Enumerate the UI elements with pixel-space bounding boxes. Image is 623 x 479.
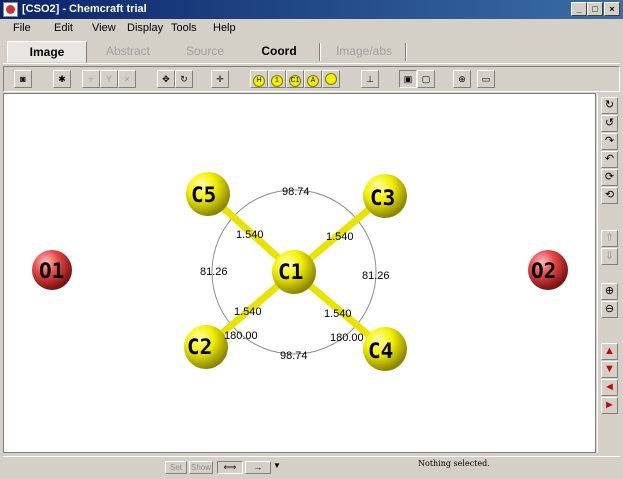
rotate-right-icon[interactable]: ↷ — [601, 133, 618, 150]
move-icon[interactable]: ✥ — [157, 70, 175, 88]
show-button[interactable]: Show — [189, 461, 213, 474]
fit-frame-icon[interactable]: ▢ — [417, 70, 435, 88]
move-up-icon[interactable]: ▲ — [601, 343, 618, 360]
axis-icon[interactable]: ⊥ — [361, 70, 379, 88]
angle-left: 81.26 — [200, 266, 228, 278]
tab-image-abs[interactable]: Image/abs — [325, 41, 403, 63]
rotate-up-icon[interactable]: ⟳ — [601, 169, 618, 186]
bond-length-c1-c2: 1.540 — [234, 306, 262, 318]
move-left-icon[interactable]: ◄ — [601, 379, 618, 396]
bond-length-c1-c4: 1.540 — [324, 308, 352, 320]
tab-divider — [405, 43, 407, 61]
menu-display[interactable]: Display — [127, 22, 163, 34]
rotate-icon[interactable]: ↻ — [175, 70, 193, 88]
add-atom-icon[interactable]: + — [82, 70, 100, 88]
angle-bottom: 98.74 — [280, 350, 308, 362]
angle-linear-left: 180.00 — [224, 330, 258, 342]
close-button[interactable]: × — [604, 2, 620, 16]
move-down-icon[interactable]: ▼ — [601, 361, 618, 378]
title-bar: [CSO2] - Chemcraft trial _ □ × — [0, 0, 623, 19]
tab-divider — [319, 43, 321, 61]
rotate-cw-icon[interactable]: ↻ — [601, 97, 618, 114]
tab-coord[interactable]: Coord — [243, 41, 315, 63]
label-a-icon[interactable]: A — [304, 70, 322, 88]
branch-icon[interactable]: Y — [100, 70, 118, 88]
tab-image[interactable]: Image — [7, 41, 87, 63]
dropdown-icon[interactable]: ▼ — [273, 461, 281, 470]
arrow-mode-icon[interactable]: → — [245, 461, 271, 474]
status-bar: Set Show ⟺ → ▼ Nothing selected. — [3, 456, 620, 476]
menu-bar: File Edit View Display Tools Help — [0, 19, 623, 39]
zoom-in-icon[interactable]: ⊕ — [601, 283, 618, 300]
zoom-out-icon[interactable]: ⊖ — [601, 301, 618, 318]
tab-bar: Image Abstract Source Coord Image/abs — [3, 39, 620, 64]
window-title: [CSO2] - Chemcraft trial — [22, 3, 147, 15]
center-icon[interactable]: ✛ — [211, 70, 229, 88]
atom-label-c2: C2 — [187, 335, 213, 359]
atom-label-c5: C5 — [191, 183, 217, 207]
atom-label-c4: C4 — [368, 339, 394, 363]
move-right-icon[interactable]: ► — [601, 397, 618, 414]
rotate-left-icon[interactable]: ↶ — [601, 151, 618, 168]
atom-label-c1: C1 — [278, 260, 304, 284]
toolbar: ◙ ✱ + Y × ✥ ↻ ✛ H 1 C1 A ⊥ ▣ ▢ ⊕ ▭ — [3, 66, 620, 92]
tab-source[interactable]: Source — [169, 41, 241, 63]
app-icon — [3, 2, 18, 17]
angle-linear-right: 180.00 — [330, 332, 364, 344]
delete-atom-icon[interactable]: × — [118, 70, 136, 88]
atom-label-o2: O2 — [531, 259, 557, 283]
minimize-button[interactable]: _ — [571, 2, 587, 16]
shift-down-icon[interactable]: ⇓ — [601, 248, 618, 265]
status-message: Nothing selected. — [418, 459, 490, 468]
menu-tools[interactable]: Tools — [171, 22, 197, 34]
label-c1-icon[interactable]: C1 — [286, 70, 304, 88]
angle-right: 81.26 — [362, 270, 390, 282]
rotate-ccw-icon[interactable]: ↺ — [601, 115, 618, 132]
right-toolbar: ↻ ↺ ↷ ↶ ⟳ ⟲ ⇑ ⇓ ⊕ ⊖ ▲ ▼ ◄ ► — [597, 93, 620, 453]
bond-mode-icon[interactable]: ⟺ — [217, 461, 243, 474]
atom-label-c3: C3 — [370, 186, 396, 210]
maximize-button[interactable]: □ — [587, 2, 603, 16]
menu-help[interactable]: Help — [213, 22, 236, 34]
molecule-style-icon[interactable]: ✱ — [53, 70, 71, 88]
set-button[interactable]: Set — [165, 461, 187, 474]
shift-up-icon[interactable]: ⇑ — [601, 230, 618, 247]
tab-abstract[interactable]: Abstract — [89, 41, 167, 63]
frame-icon[interactable]: ▣ — [399, 70, 417, 88]
atom-label-o1: O1 — [39, 259, 65, 283]
bond-length-c1-c3: 1.540 — [326, 231, 354, 243]
view-options-icon[interactable]: ▭ — [477, 70, 495, 88]
label-number-icon[interactable]: 1 — [268, 70, 286, 88]
label-h-icon[interactable]: H — [250, 70, 268, 88]
label-none-icon[interactable] — [322, 70, 340, 88]
menu-view[interactable]: View — [92, 22, 116, 34]
bond-length-c1-c5: 1.540 — [236, 229, 264, 241]
menu-file[interactable]: File — [13, 22, 31, 34]
rotate-down-icon[interactable]: ⟲ — [601, 187, 618, 204]
menu-edit[interactable]: Edit — [54, 22, 73, 34]
camera-icon[interactable]: ◙ — [14, 70, 32, 88]
angle-top: 98.74 — [282, 186, 310, 198]
molecule-canvas[interactable]: O1 O2 C1 C2 C3 C4 C5 98.74 98.74 81.26 8… — [3, 93, 596, 453]
magnify-icon[interactable]: ⊕ — [453, 70, 471, 88]
